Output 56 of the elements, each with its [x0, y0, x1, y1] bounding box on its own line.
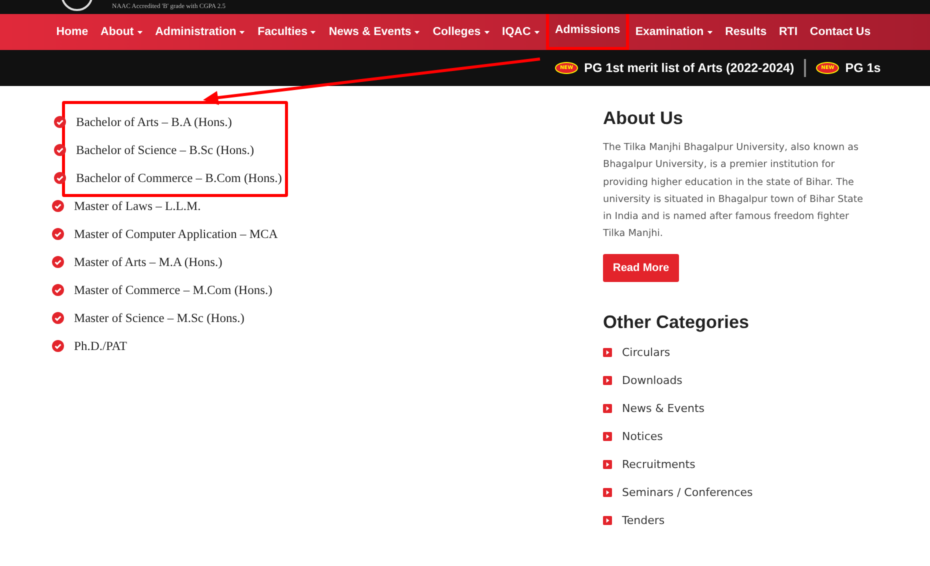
check-circle-icon	[54, 144, 66, 156]
check-circle-icon	[52, 256, 64, 268]
read-more-button[interactable]: Read More	[603, 254, 679, 282]
program-link[interactable]: Master of Arts – M.A (Hons.)	[74, 254, 222, 270]
play-square-icon	[603, 516, 612, 526]
caret-icon	[534, 30, 540, 34]
check-circle-icon	[52, 200, 64, 212]
caret-icon	[239, 30, 246, 34]
program-link[interactable]: Master of Science – M.Sc (Hons.)	[74, 310, 244, 326]
category-link[interactable]: Circulars	[622, 346, 670, 360]
play-square-icon	[603, 404, 612, 414]
program-link[interactable]: Master of Laws – L.L.M.	[74, 198, 201, 214]
category-link[interactable]: Recruitments	[622, 458, 696, 472]
play-square-icon	[603, 460, 612, 470]
check-circle-icon	[54, 172, 66, 184]
program-link[interactable]: Bachelor of Commerce – B.Com (Hons.)	[76, 170, 282, 186]
caret-icon	[310, 30, 316, 34]
check-circle-icon	[52, 228, 64, 240]
nav-item[interactable]: News & Events	[322, 14, 426, 50]
category-link[interactable]: Downloads	[622, 374, 682, 388]
section-heading: About Us	[603, 108, 684, 129]
nav-item[interactable]: RTI	[772, 14, 804, 50]
category-link[interactable]: Seminars / Conferences	[622, 486, 753, 500]
check-circle-icon	[54, 116, 66, 128]
nav-item[interactable]: Faculties	[251, 14, 323, 50]
section-heading: Other Categories	[603, 312, 750, 333]
program-link[interactable]: Bachelor of Arts – B.A (Hons.)	[76, 114, 232, 130]
category-link[interactable]: Tenders	[622, 514, 665, 528]
nav-item[interactable]: IQAC	[496, 14, 546, 50]
caret-icon	[136, 30, 143, 34]
nav-item[interactable]: Examination	[629, 14, 719, 50]
nav-item[interactable]: Administration	[148, 14, 252, 50]
check-circle-icon	[52, 340, 64, 352]
play-square-icon	[603, 488, 612, 498]
nav-item[interactable]: Contact Us	[804, 14, 877, 50]
program-link[interactable]: Master of Computer Application – MCA	[74, 226, 278, 242]
program-link[interactable]: Ph.D./PAT	[74, 338, 128, 354]
caret-icon	[414, 30, 420, 34]
nav-item[interactable]: Results	[718, 14, 773, 50]
program-link[interactable]: Bachelor of Science – B.Sc (Hons.)	[76, 142, 254, 158]
caret-icon	[484, 30, 490, 34]
nav-item[interactable]: Home	[50, 14, 94, 50]
play-square-icon	[603, 348, 612, 358]
about-paragraph: The Tilka Manjhi Bhagalpur University, also known as Bhagalpur University, is a premier institution for providing higher education in the state of Bihar. The university is situated in Bhagalpur town of Bihar State in India and is named after famous freedom fighter Tilka Manjhi.	[603, 141, 864, 242]
category-link[interactable]: Notices	[622, 430, 663, 444]
nav-item[interactable]: About	[94, 14, 149, 50]
check-circle-icon	[52, 284, 64, 296]
caret-icon	[706, 30, 713, 34]
play-square-icon	[603, 376, 612, 386]
nav-item[interactable]: Colleges	[426, 14, 496, 50]
play-square-icon	[603, 432, 612, 442]
ticker-link[interactable]: PG 1s	[845, 61, 881, 75]
program-link[interactable]: Master of Commerce – M.Com (Hons.)	[74, 282, 272, 298]
ticker-link[interactable]: PG 1st merit list of Arts (2022-2024)	[584, 61, 794, 75]
category-link[interactable]: News & Events	[622, 402, 705, 416]
check-circle-icon	[52, 312, 64, 324]
